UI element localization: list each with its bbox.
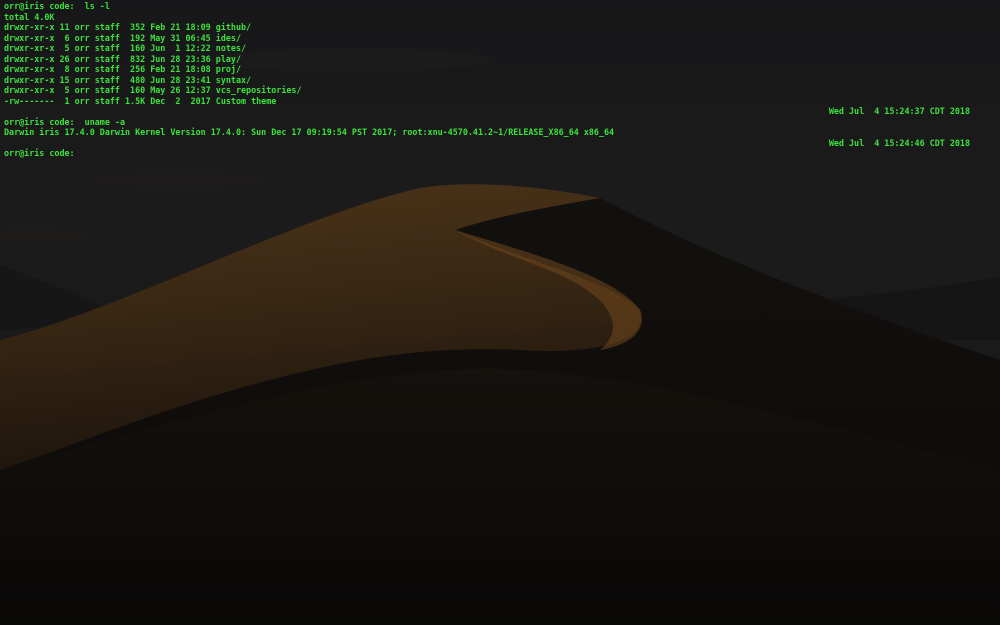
output-line: drwxr-xr-x 11 orr staff 352 Feb 21 18:09… bbox=[4, 22, 252, 32]
output-line: Darwin iris 17.4.0 Darwin Kernel Version… bbox=[4, 127, 615, 137]
output-line: drwxr-xr-x 6 orr staff 192 May 31 06:45 … bbox=[4, 32, 241, 43]
command-prompt[interactable]: orr@iris code: bbox=[4, 148, 80, 159]
prompt-text: orr@iris code: bbox=[4, 148, 75, 158]
timestamp-rprompt: Wed Jul 4 15:24:37 CDT 2018 bbox=[828, 106, 970, 116]
output-line: drwxr-xr-x 15 orr staff 480 Jun 28 23:41… bbox=[4, 74, 252, 85]
terminal-window[interactable]: orr@iris code: ls -l total 4.0K drwxr-xr… bbox=[0, 0, 1000, 625]
output-line: -rw------- 1 orr staff 1.5K Dec 2 2017 C… bbox=[4, 95, 277, 106]
output-line: drwxr-xr-x 8 orr staff 256 Feb 21 18:08 … bbox=[4, 64, 241, 74]
output-line: drwxr-xr-x 5 orr staff 160 May 26 12:37 … bbox=[4, 85, 302, 95]
output-line: total 4.0K bbox=[4, 11, 55, 22]
output-line: drwxr-xr-x 26 orr staff 832 Jun 28 23:36… bbox=[4, 53, 241, 64]
timestamp-rprompt: Wed Jul 4 15:24:46 CDT 2018 bbox=[828, 137, 970, 148]
output-line: drwxr-xr-x 5 orr staff 160 Jun 1 12:22 n… bbox=[4, 43, 247, 53]
command-line: orr@iris code: uname -a bbox=[4, 116, 126, 127]
text-cursor[interactable] bbox=[75, 148, 80, 157]
command-line: orr@iris code: ls -l bbox=[4, 1, 110, 11]
